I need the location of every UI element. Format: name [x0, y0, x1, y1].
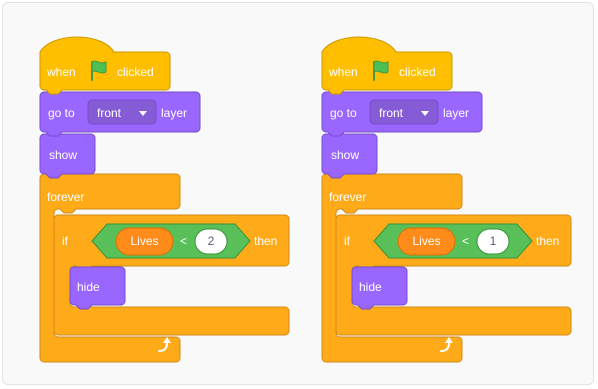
script-blocks	[39, 36, 290, 363]
then-label: then	[254, 234, 278, 248]
script-stack-2[interactable]: when clicked go to front layer show fore…	[282, 0, 572, 389]
compare-value[interactable]: 2	[208, 234, 215, 248]
less-than-symbol: <	[462, 234, 470, 248]
hat-clicked-label: clicked	[117, 65, 154, 79]
layer-label: layer	[161, 106, 188, 120]
show-label: show	[331, 148, 360, 162]
forever-label: forever	[47, 190, 85, 204]
hat-when-label: when	[329, 65, 358, 79]
show-label: show	[49, 148, 78, 162]
if-label: if	[344, 234, 350, 248]
then-label: then	[536, 234, 560, 248]
lives-variable-label: Lives	[412, 234, 441, 248]
hide-label: hide	[359, 280, 382, 294]
script-blocks	[321, 36, 572, 363]
script-stack-1[interactable]: when clicked go to front layer show fore…	[0, 0, 290, 389]
hide-label: hide	[77, 280, 100, 294]
hat-when-label: when	[47, 65, 76, 79]
lives-variable-label: Lives	[130, 234, 159, 248]
if-label: if	[62, 234, 68, 248]
hat-clicked-label: clicked	[399, 65, 436, 79]
layer-dropdown-value[interactable]: front	[97, 106, 121, 120]
compare-value[interactable]: 1	[490, 234, 497, 248]
layer-label: layer	[443, 106, 470, 120]
go-to-label: go to	[330, 106, 357, 120]
less-than-symbol: <	[180, 234, 188, 248]
go-to-label: go to	[48, 106, 75, 120]
forever-label: forever	[329, 190, 367, 204]
layer-dropdown-value[interactable]: front	[379, 106, 403, 120]
